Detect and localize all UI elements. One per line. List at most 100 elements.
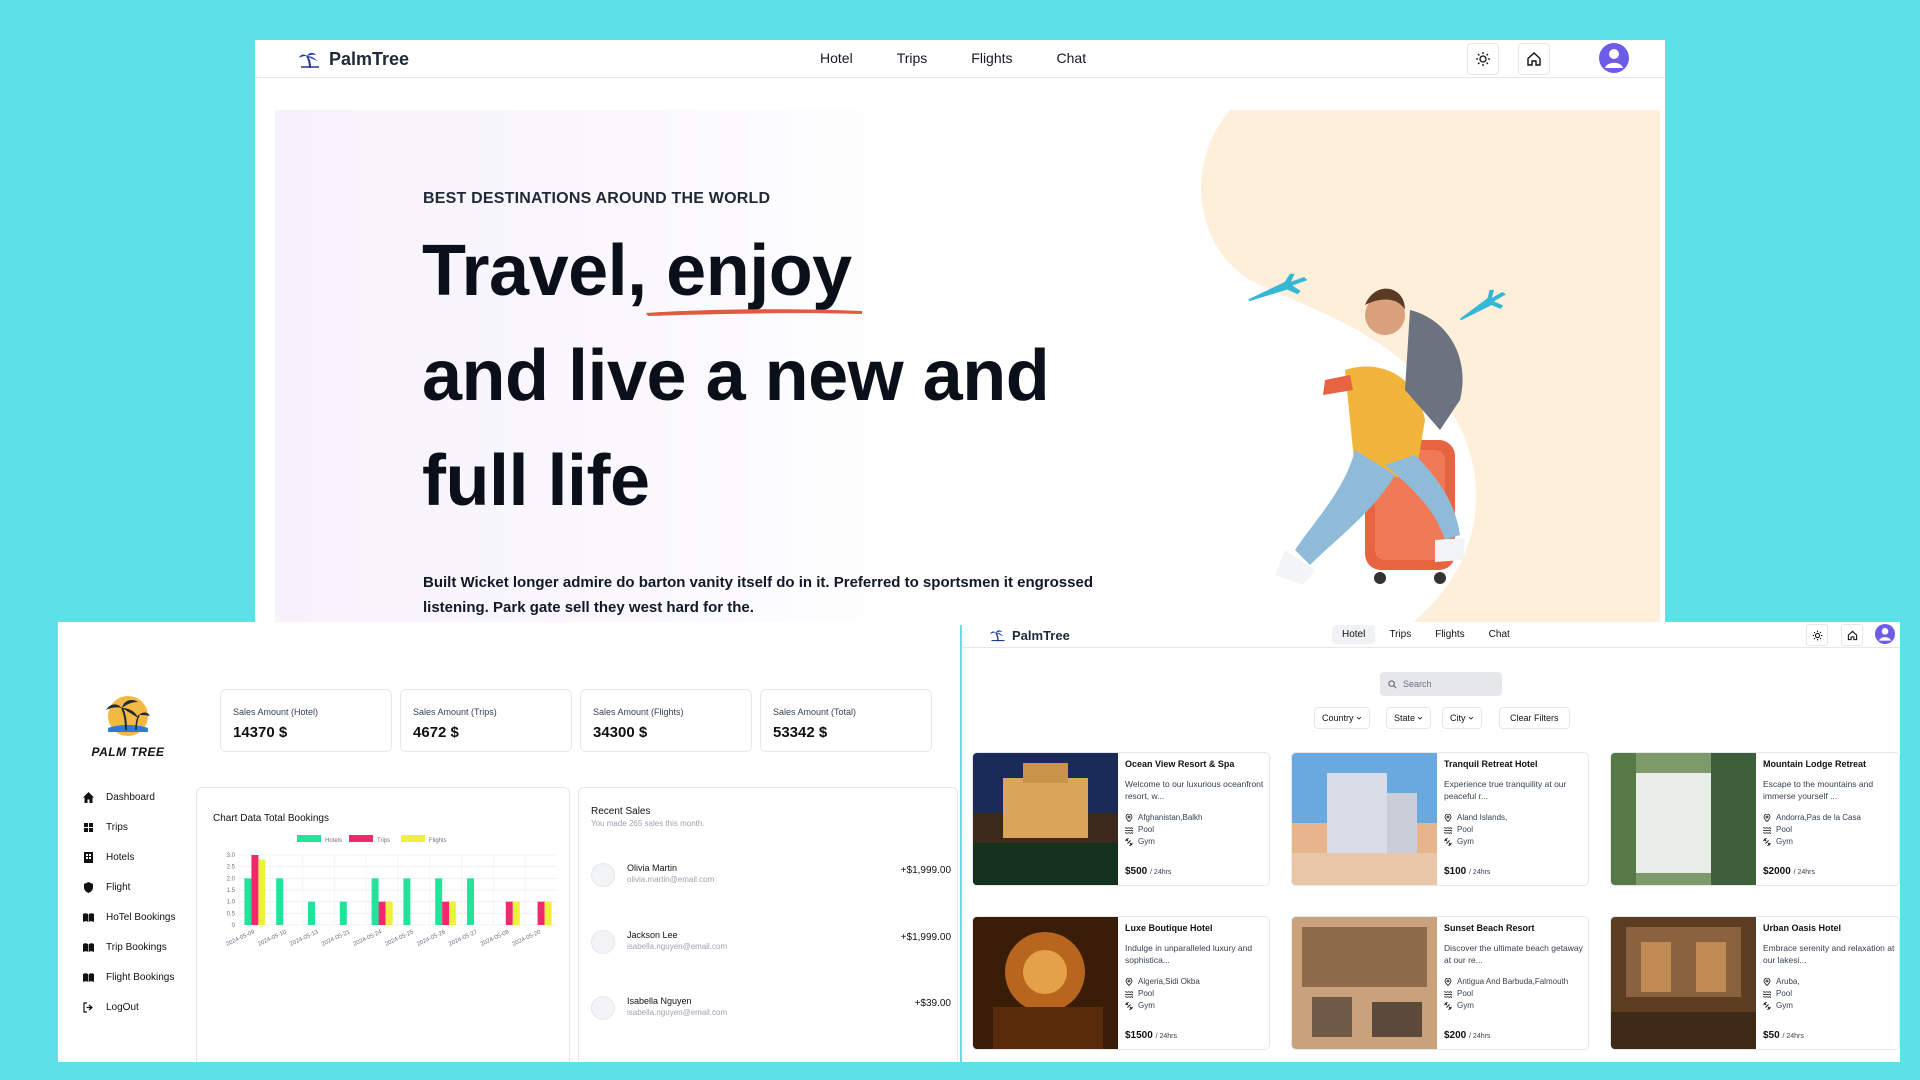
state-filter[interactable]: State: [1386, 707, 1432, 729]
price-unit: / 24hrs: [1155, 1033, 1177, 1040]
stat-value: 34300 $: [593, 724, 648, 741]
user-avatar[interactable]: [1599, 43, 1629, 73]
chart-bar: [467, 878, 474, 925]
hotel-card[interactable]: Ocean View Resort & Spa Welcome to our l…: [972, 752, 1270, 886]
sale-row: Olivia Martin olivia.martin@email.com +$…: [591, 861, 951, 891]
price-unit: / 24hrs: [1782, 1033, 1804, 1040]
chart-bar: [512, 901, 520, 925]
legend-swatch: [349, 835, 373, 842]
hotel-card[interactable]: Luxe Boutique Hotel Indulge in unparalle…: [972, 916, 1270, 1050]
brand-logo[interactable]: PalmTree: [299, 49, 409, 70]
x-tick-label: 2024-05-21: [321, 929, 352, 948]
main-nav: Hotel Trips Flights Chat: [820, 50, 1086, 66]
sun-icon: [1476, 52, 1490, 66]
avatar: [591, 996, 615, 1020]
theme-toggle-button[interactable]: [1467, 43, 1499, 75]
sidebar-label: Flight: [106, 881, 131, 893]
hotel-title: Urban Oasis Hotel: [1763, 923, 1842, 933]
home-button[interactable]: [1841, 624, 1863, 646]
hotel-image: [973, 917, 1118, 1049]
price-value: $50: [1763, 1030, 1780, 1041]
bookings-chart-panel: Chart Data Total Bookings Hotels Trips Fli…: [196, 787, 570, 1062]
dashboard-logo-text: PALM TREE: [91, 745, 165, 759]
chart-bar: [308, 901, 315, 925]
shield-icon: [84, 881, 93, 893]
country-filter[interactable]: Country: [1314, 707, 1370, 729]
hotel-price: $100 / 24hrs: [1444, 866, 1490, 877]
logout-icon: [83, 1001, 93, 1013]
hotel-card[interactable]: Mountain Lodge Retreat Escape to the mou…: [1610, 752, 1900, 886]
search-icon: [1388, 679, 1397, 689]
hotel-description: Discover the ultimate beach getaway at o…: [1444, 943, 1583, 965]
chart-bar: [449, 901, 457, 925]
hotel-price: $50 / 24hrs: [1763, 1030, 1804, 1041]
stat-card-hotel: Sales Amount (Hotel) 14370 $: [220, 689, 392, 752]
amenity-text: Pool: [1776, 825, 1793, 834]
search-input[interactable]: Search: [1380, 672, 1502, 696]
card-body: Luxe Boutique Hotel Indulge in unparalle…: [1125, 923, 1267, 1012]
home-icon: [1527, 52, 1541, 66]
user-avatar[interactable]: [1875, 624, 1895, 644]
meta-gym: Gym: [1763, 1000, 1899, 1012]
legend-label: Flights: [429, 838, 447, 844]
price-unit: / 24hrs: [1469, 1033, 1491, 1040]
sidebar-label: Trips: [106, 821, 128, 833]
x-tick-label: 2024-05-20: [512, 929, 543, 948]
price-value: $100: [1444, 866, 1467, 877]
amenity-text: Gym: [1138, 1001, 1155, 1010]
home-button[interactable]: [1518, 43, 1550, 75]
tab-flights[interactable]: Flights: [1425, 625, 1474, 644]
nav-hotel[interactable]: Hotel: [820, 50, 853, 66]
card-body: Urban Oasis Hotel Embrace serenity and r…: [1763, 923, 1899, 1012]
nav-chat[interactable]: Chat: [1057, 50, 1087, 66]
palm-tree-icon: [990, 630, 1005, 642]
brand-logo[interactable]: PalmTree: [990, 628, 1070, 643]
dashboard-screenshot: PALM TREE Dashboard Trips Hotels Flight …: [58, 622, 960, 1062]
chart-bar: [258, 859, 266, 925]
waves-icon: [1763, 991, 1771, 998]
hotel-title: Sunset Beach Resort: [1444, 923, 1535, 933]
filter-label: Country: [1322, 713, 1354, 723]
home-icon: [83, 791, 94, 803]
chart-bar: [378, 901, 386, 925]
hotel-card[interactable]: Urban Oasis Hotel Embrace serenity and r…: [1610, 916, 1900, 1050]
price-value: $500: [1125, 866, 1148, 877]
chart-bar: [544, 901, 552, 925]
price-value: $1500: [1125, 1030, 1153, 1041]
hotel-image: [1292, 753, 1437, 885]
waves-icon: [1125, 827, 1133, 834]
tab-chat[interactable]: Chat: [1479, 625, 1520, 644]
hotel-title: Mountain Lodge Retreat: [1763, 759, 1866, 769]
amenity-text: Gym: [1776, 837, 1793, 846]
y-tick-label: 0: [232, 923, 236, 929]
city-filter[interactable]: City: [1442, 707, 1482, 729]
sale-email: isabella.nguyen@email.com: [627, 942, 728, 951]
map-pin-icon: [1125, 978, 1133, 986]
hotel-card[interactable]: Sunset Beach Resort Discover the ultimat…: [1291, 916, 1589, 1050]
nav-flights[interactable]: Flights: [971, 50, 1012, 66]
location-text: Andorra,Pas de la Casa: [1776, 813, 1861, 822]
nav-trips[interactable]: Trips: [897, 50, 928, 66]
waves-icon: [1444, 991, 1452, 998]
chart-bar: [442, 901, 450, 925]
amenity-text: Pool: [1776, 989, 1793, 998]
palm-tree-logo-icon: [106, 696, 150, 736]
theme-toggle-button[interactable]: [1806, 624, 1828, 646]
clear-filters-button[interactable]: Clear Filters: [1499, 707, 1570, 729]
tab-hotel[interactable]: Hotel: [1332, 625, 1376, 644]
legend-swatch: [401, 835, 425, 842]
sidebar-label: HoTel Bookings: [106, 911, 176, 923]
hotel-card[interactable]: Tranquil Retreat Hotel Experience true t…: [1291, 752, 1589, 886]
avatar: [591, 930, 615, 954]
x-tick-label: 2024-05-25: [384, 929, 415, 948]
meta-location: Antigua And Barbuda,Falmouth: [1444, 976, 1586, 988]
waves-icon: [1444, 827, 1452, 834]
sidebar-label: Flight Bookings: [106, 971, 175, 983]
x-tick-label: 2024-05-27: [448, 929, 479, 948]
tab-trips[interactable]: Trips: [1379, 625, 1421, 644]
clear-filters-label: Clear Filters: [1510, 713, 1559, 723]
dumbbell-icon: [1763, 1002, 1771, 1010]
sale-email: olivia.martin@email.com: [627, 875, 715, 884]
hotels-screenshot: PalmTree Hotel Trips Flights Chat Search…: [962, 622, 1900, 1062]
chart-bar: [403, 878, 411, 925]
